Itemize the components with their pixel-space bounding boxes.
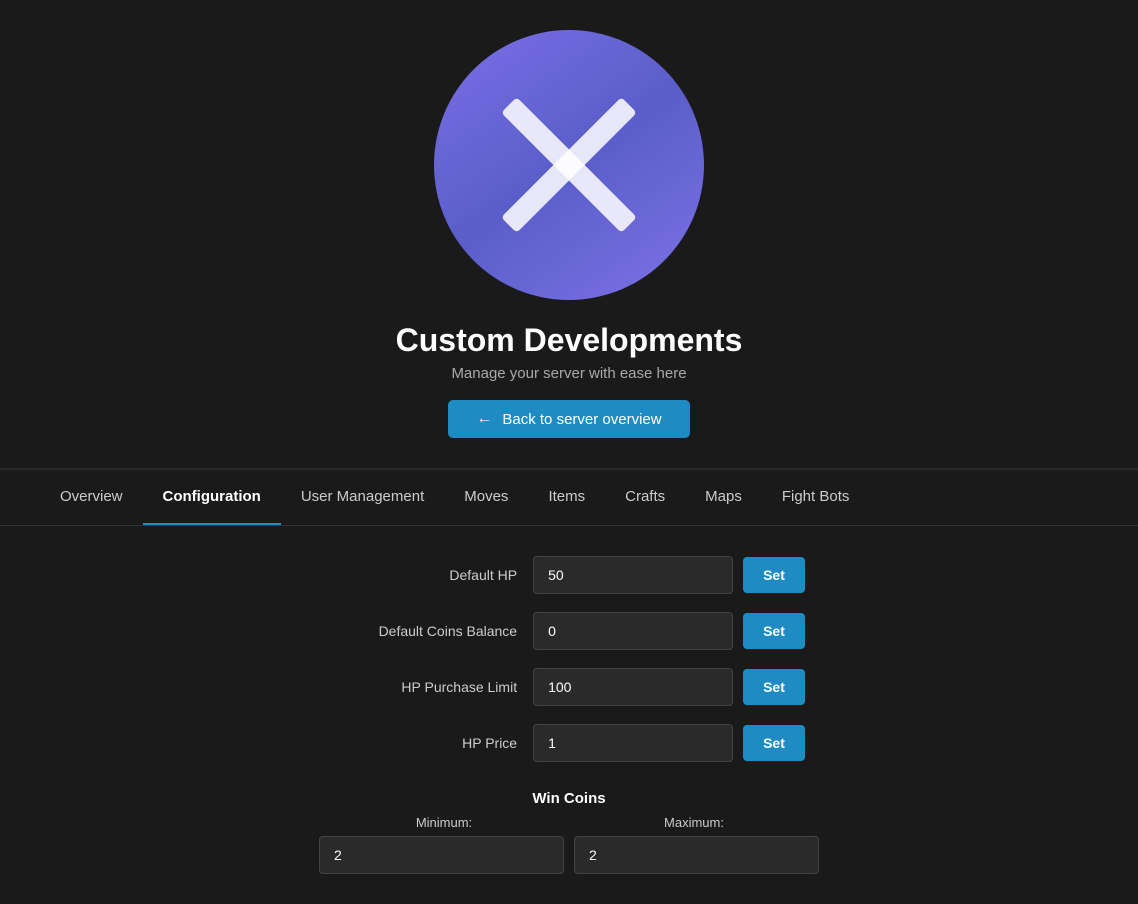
hp-purchase-limit-label: HP Purchase Limit	[333, 679, 533, 695]
tab-fight-bots[interactable]: Fight Bots	[762, 470, 870, 525]
app-subtitle: Manage your server with ease here	[451, 365, 686, 382]
back-arrow-icon: ←	[476, 410, 492, 428]
logo-x-icon	[489, 85, 649, 245]
back-button-label: Back to server overview	[502, 411, 661, 428]
configuration-content: Default HP Set Default Coins Balance Set…	[0, 526, 1138, 904]
tab-overview[interactable]: Overview	[40, 470, 143, 525]
default-coins-balance-label: Default Coins Balance	[333, 623, 533, 639]
hp-price-label: HP Price	[333, 735, 533, 751]
tab-maps[interactable]: Maps	[685, 470, 762, 525]
default-coins-balance-set-button[interactable]: Set	[743, 613, 805, 649]
win-coins-minimum-input[interactable]	[319, 836, 564, 874]
app-logo	[434, 30, 704, 300]
tab-crafts[interactable]: Crafts	[605, 470, 685, 525]
win-coins-inputs	[319, 836, 819, 874]
default-coins-balance-row: Default Coins Balance Set	[0, 612, 1138, 650]
navigation-tabs: Overview Configuration User Management M…	[0, 470, 1138, 525]
default-hp-row: Default HP Set	[0, 556, 1138, 594]
default-hp-set-button[interactable]: Set	[743, 557, 805, 593]
win-coins-title: Win Coins	[532, 790, 605, 807]
win-coins-section: Win Coins Minimum: Maximum:	[0, 790, 1138, 874]
tab-items[interactable]: Items	[528, 470, 605, 525]
default-hp-label: Default HP	[333, 567, 533, 583]
header-section: Custom Developments Manage your server w…	[0, 0, 1138, 468]
win-coins-maximum-label: Maximum:	[569, 815, 819, 830]
default-coins-balance-input[interactable]	[533, 612, 733, 650]
win-coins-minimum-label: Minimum:	[319, 815, 569, 830]
hp-price-input[interactable]	[533, 724, 733, 762]
app-title: Custom Developments	[396, 322, 743, 359]
tab-configuration[interactable]: Configuration	[143, 470, 281, 525]
hp-purchase-limit-row: HP Purchase Limit Set	[0, 668, 1138, 706]
win-coins-labels: Minimum: Maximum:	[319, 815, 819, 830]
default-hp-input[interactable]	[533, 556, 733, 594]
hp-purchase-limit-input[interactable]	[533, 668, 733, 706]
tab-user-management[interactable]: User Management	[281, 470, 444, 525]
hp-purchase-limit-set-button[interactable]: Set	[743, 669, 805, 705]
hp-price-set-button[interactable]: Set	[743, 725, 805, 761]
back-to-server-button[interactable]: ← Back to server overview	[448, 400, 689, 438]
win-coins-maximum-input[interactable]	[574, 836, 819, 874]
hp-price-row: HP Price Set	[0, 724, 1138, 762]
tab-moves[interactable]: Moves	[444, 470, 528, 525]
